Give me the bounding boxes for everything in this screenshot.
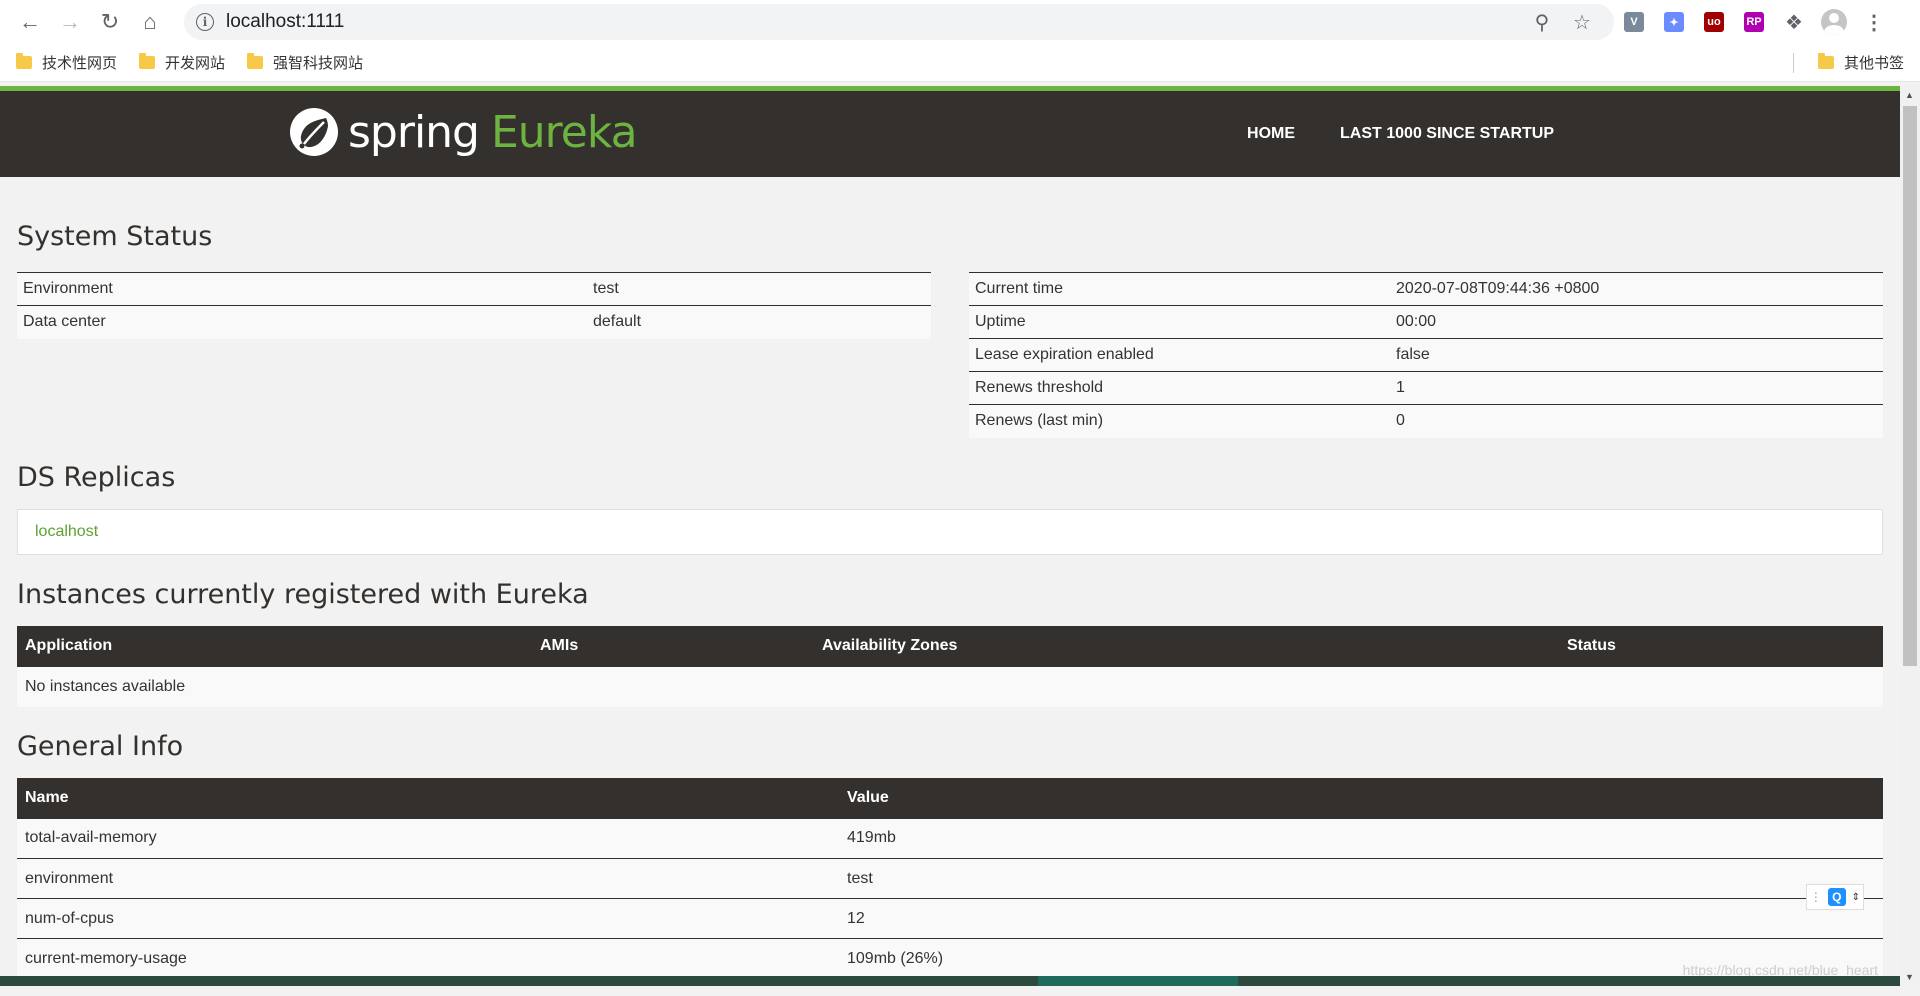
column-header: Value [839,777,1883,819]
table-row: total-avail-memory 419mb [17,818,1883,859]
status-key: Renews (last min) [969,404,1390,438]
forward-icon[interactable]: → [50,2,90,42]
table-row: environment test [17,858,1883,899]
ds-replicas-title: DS Replicas [17,461,176,493]
bookmark-separator [1793,53,1794,73]
home-icon[interactable]: ⌂ [130,2,170,42]
nav-last-1000[interactable]: LAST 1000 SINCE STARTUP [1340,125,1554,143]
url-text[interactable]: localhost:1111 [226,11,1522,33]
instances-table: Application AMIs Availability Zones Stat… [17,625,1883,707]
status-value: false [1390,338,1883,372]
general-info-table: Name Value total-avail-memory 419mb envi… [17,777,1883,979]
column-header: Availability Zones [814,625,1559,667]
system-status-tables: Environment test Data center default Cur… [17,272,1883,438]
vue-icon[interactable]: V [1614,2,1654,42]
status-key: Uptime [969,305,1390,339]
column-header: AMIs [532,625,814,667]
scroll-thumb[interactable] [1903,106,1917,666]
bookmark-folder[interactable]: 强智科技网站 [247,52,363,73]
page-viewport: spring Eureka HOME LAST 1000 SINCE START… [0,86,1900,986]
info-value: test [839,858,1883,899]
table-row: current-memory-usage 109mb (26%) [17,938,1883,979]
top-nav: HOME LAST 1000 SINCE STARTUP [1202,125,1554,143]
extensions-puzzle-icon[interactable]: ❖ [1774,2,1814,42]
table-row: Data center default [17,305,931,339]
table-row: No instances available [17,666,1883,707]
table-row: Renews (last min) 0 [969,404,1883,438]
page-scrollbar[interactable]: ▲ ▼ [1900,86,1920,986]
table-row: Renews threshold 1 [969,371,1883,405]
column-header: Status [1559,625,1883,667]
nav-home[interactable]: HOME [1247,125,1295,143]
folder-icon [1817,53,1834,69]
zoom-icon[interactable]: ⚲ [1522,6,1562,38]
status-key: Current time [969,272,1390,306]
address-bar[interactable]: i localhost:1111 ⚲ ☆ [184,4,1614,40]
rp-icon[interactable]: RP [1734,2,1774,42]
system-status-right-table: Current time 2020-07-08T09:44:36 +0800 U… [969,272,1883,438]
spring-eureka-logo[interactable]: spring Eureka [288,106,638,158]
ublock-icon[interactable]: uo [1694,2,1734,42]
column-header: Name [17,777,839,819]
menu-kebab-icon[interactable]: ⋮ [1854,2,1894,42]
status-value: test [587,272,931,306]
table-row: Environment test [17,272,931,306]
folder-icon [139,53,156,69]
info-name: environment [17,858,839,899]
bookmark-folder[interactable]: 开发网站 [139,52,225,73]
column-header: Application [17,625,532,667]
system-status-title: System Status [17,221,213,252]
main-content: System Status Environment test Data cent… [0,221,1900,979]
status-key: Renews threshold [969,371,1390,405]
status-value: 1 [1390,371,1883,405]
bookmark-star-icon[interactable]: ☆ [1562,6,1602,38]
floating-tool-widget[interactable]: ⋮ Q ⇕ [1806,884,1864,910]
search-q-icon[interactable]: Q [1827,888,1846,906]
table-header-row: Name Value [17,777,1883,819]
general-info-title: General Info [17,730,184,762]
ds-replicas-list: localhost [17,508,1883,555]
status-key: Lease expiration enabled [969,338,1390,372]
drag-handle-icon[interactable]: ⋮ [1810,890,1822,904]
folder-icon [16,53,32,69]
system-status-left-table: Environment test Data center default [17,272,931,339]
bookmark-folder[interactable]: 技术性网页 [16,52,117,73]
table-row: Uptime 00:00 [969,305,1883,339]
eureka-header: spring Eureka HOME LAST 1000 SINCE START… [0,91,1900,177]
info-name: current-memory-usage [17,938,839,979]
table-row: Current time 2020-07-08T09:44:36 +0800 [969,272,1883,306]
other-bookmarks-folder[interactable]: 其他书签 [1817,52,1904,73]
back-icon[interactable]: ← [10,2,50,42]
table-header-row: Application AMIs Availability Zones Stat… [17,625,1883,667]
status-value: 2020-07-08T09:44:36 +0800 [1390,272,1883,306]
info-value: 419mb [839,818,1883,859]
updown-icon[interactable]: ⇕ [1852,892,1860,903]
status-value: 0 [1390,404,1883,438]
logo-eureka-text: Eureka [490,106,638,158]
table-row: Lease expiration enabled false [969,338,1883,372]
status-key: Data center [17,305,587,339]
site-info-icon[interactable]: i [196,13,214,31]
status-value: 00:00 [1390,305,1883,339]
bird-icon[interactable]: ✦ [1654,2,1694,42]
info-value: 12 [839,898,1883,939]
status-key: Environment [17,272,587,306]
instances-title: Instances currently registered with Eure… [17,578,589,610]
table-row: num-of-cpus 12 [17,898,1883,939]
folder-icon [247,53,264,69]
info-name: num-of-cpus [17,898,839,939]
scroll-down-icon[interactable]: ▼ [1905,972,1914,982]
bookmarks-bar: 技术性网页 开发网站 强智科技网站 其他书签 [0,44,1920,82]
profile-avatar[interactable] [1814,2,1854,42]
bottom-strip [0,976,1900,986]
replica-link[interactable]: localhost [35,523,98,541]
spring-leaf-icon [290,108,338,156]
info-name: total-avail-memory [17,818,839,859]
reload-icon[interactable]: ↻ [90,2,130,42]
scroll-up-icon[interactable]: ▲ [1905,90,1914,100]
logo-spring-text: spring [348,106,480,158]
browser-toolbar: ← → ↻ ⌂ i localhost:1111 ⚲ ☆ V ✦ uo RP ❖… [0,0,1920,44]
status-value: default [587,305,931,339]
empty-message: No instances available [17,666,1883,707]
